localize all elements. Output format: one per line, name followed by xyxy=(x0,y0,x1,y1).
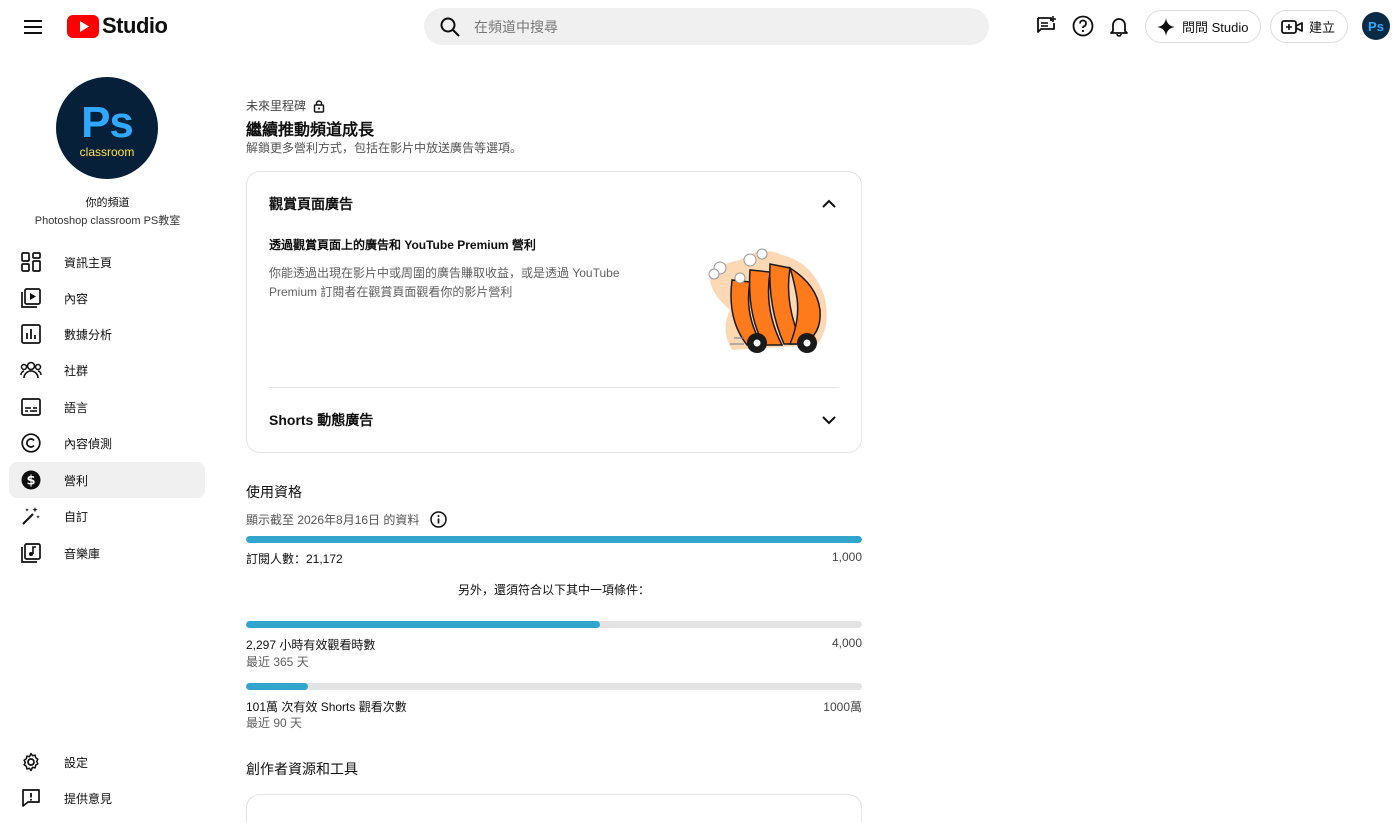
sidebar-item-analytics[interactable]: 數據分析 xyxy=(9,316,205,352)
sidebar: Ps classroom 你的頻道 Photoshop classroom PS… xyxy=(0,52,215,822)
feedback-icon xyxy=(20,787,42,809)
sidebar-item-feedback[interactable]: 提供意見 xyxy=(9,780,205,816)
watch-hours-label: 2,297 小時有效觀看時數 xyxy=(246,638,376,652)
also-required-text: 另外，還須符合以下其中一項條件： xyxy=(457,583,650,597)
ask-studio-label: 問問 Studio xyxy=(1182,20,1249,35)
sidebar-item-label: 自訂 xyxy=(64,509,89,524)
subscribers-progress-bar xyxy=(246,536,862,543)
sidebar-item-monetization[interactable]: $ 營利 xyxy=(9,462,205,498)
sidebar-item-subtitles[interactable]: 語言 xyxy=(9,389,205,425)
ask-studio-button[interactable]: 問問 Studio xyxy=(1145,10,1262,43)
sidebar-item-label: 內容偵測 xyxy=(64,436,113,451)
create-label: 建立 xyxy=(1309,20,1336,35)
account-avatar[interactable]: Ps xyxy=(1362,12,1390,40)
sidebar-item-label: 社群 xyxy=(64,363,89,378)
brand-text: Studio xyxy=(102,13,168,38)
sidebar-item-audio-library[interactable]: 音樂庫 xyxy=(9,535,205,571)
chevron-down-icon[interactable] xyxy=(818,409,840,431)
sidebar-item-label: 數據分析 xyxy=(64,327,113,342)
monetization-icon: $ xyxy=(20,469,42,491)
menu-icon[interactable] xyxy=(20,14,46,40)
community-icon xyxy=(20,359,42,381)
studio-logo[interactable]: Studio xyxy=(67,13,168,39)
creator-tools-card xyxy=(246,794,862,822)
help-icon[interactable] xyxy=(1071,14,1095,38)
copyright-icon xyxy=(20,432,42,454)
sidebar-item-label: 音樂庫 xyxy=(64,546,101,561)
watch-page-ads-heading: 觀賞頁面廣告 xyxy=(269,196,353,212)
top-bar: Studio 問問 Studio 建立 Ps xyxy=(0,0,1400,52)
watch-hours-progress-bar xyxy=(246,621,862,628)
creator-tools-title: 創作者資源和工具 xyxy=(246,761,358,777)
subtitles-icon xyxy=(20,396,42,418)
divider xyxy=(269,387,839,388)
channel-avatar-text: Ps xyxy=(81,98,134,147)
watch-hours-period: 最近 365 天 xyxy=(246,655,309,669)
comments-icon[interactable] xyxy=(1034,14,1058,38)
watch-page-ads-subheading: 透過觀賞頁面上的廣告和 YouTube Premium 營利 xyxy=(269,238,536,252)
your-channel-label: 你的頻道 xyxy=(85,197,130,209)
eligibility-title: 使用資格 xyxy=(246,484,302,500)
eligibility-date-text: 顯示截至 2026年8月16日 的資料 xyxy=(246,512,420,527)
channel-avatar[interactable]: Ps classroom xyxy=(56,77,158,179)
sidebar-item-community[interactable]: 社群 xyxy=(9,352,205,388)
progress-fill xyxy=(246,683,309,690)
channel-name: Photoshop classroom PS教室 xyxy=(34,215,181,227)
progress-fill xyxy=(246,536,862,543)
milestone-eyebrow: 未來里程碑 xyxy=(246,97,326,114)
shorts-views-label: 101萬 次有效 Shorts 觀看次數 xyxy=(246,700,407,714)
svg-text:$: $ xyxy=(26,474,35,489)
lock-icon xyxy=(313,99,325,113)
sidebar-item-label: 設定 xyxy=(64,755,89,770)
progress-fill xyxy=(246,621,600,628)
audio-library-icon xyxy=(20,542,42,564)
sidebar-item-settings[interactable]: 設定 xyxy=(9,744,205,780)
growth-illustration xyxy=(708,248,827,353)
sidebar-item-label: 提供意見 xyxy=(64,791,113,806)
milestone-subtitle: 解鎖更多營利方式，包括在影片中放送廣告等選項。 xyxy=(246,141,523,155)
sidebar-item-content[interactable]: 內容 xyxy=(9,280,205,316)
info-icon[interactable] xyxy=(429,510,447,528)
sidebar-item-label: 營利 xyxy=(64,473,89,488)
ads-card: 觀賞頁面廣告 透過觀賞頁面上的廣告和 YouTube Premium 營利 你能… xyxy=(246,171,862,453)
eligibility-date-note: 顯示截至 2026年8月16日 的資料 xyxy=(246,510,447,528)
milestone-title: 繼續推動頻道成長 xyxy=(246,122,375,139)
sparkle-icon xyxy=(1157,17,1175,36)
subscribers-label: 訂閱人數：21,172 xyxy=(246,552,343,566)
content-icon xyxy=(20,287,42,309)
shorts-ads-heading: Shorts 動態廣告 xyxy=(269,412,374,428)
analytics-icon xyxy=(20,323,42,345)
watch-hours-target: 4,000 xyxy=(831,636,862,650)
sidebar-item-copyright[interactable]: 內容偵測 xyxy=(9,425,205,461)
channel-avatar-subtext: classroom xyxy=(79,145,135,159)
create-button[interactable]: 建立 xyxy=(1270,10,1349,43)
shorts-views-progress-bar xyxy=(246,683,862,690)
shorts-views-period: 最近 90 天 xyxy=(246,716,303,730)
sidebar-item-label: 內容 xyxy=(64,291,89,306)
subscribers-target: 1,000 xyxy=(831,550,862,564)
customization-icon xyxy=(20,505,42,527)
search-icon[interactable] xyxy=(438,15,462,39)
dashboard-icon xyxy=(20,251,42,273)
sidebar-item-label: 資訊主頁 xyxy=(64,255,113,270)
shorts-views-target: 1000萬 xyxy=(823,700,862,714)
sidebar-item-label: 語言 xyxy=(64,400,89,415)
chevron-up-icon[interactable] xyxy=(818,192,840,214)
search-bar xyxy=(424,8,989,45)
search-input[interactable] xyxy=(474,18,954,35)
watch-page-ads-description: 你能透過出現在影片中或周圍的廣告賺取收益，或是透過 YouTube Premiu… xyxy=(269,266,620,299)
youtube-logo-icon xyxy=(67,14,99,38)
milestone-eyebrow-text: 未來里程碑 xyxy=(246,99,307,113)
settings-icon xyxy=(20,751,42,773)
sidebar-item-customization[interactable]: 自訂 xyxy=(9,498,205,534)
sidebar-item-dashboard[interactable]: 資訊主頁 xyxy=(9,244,205,280)
create-video-icon xyxy=(1281,19,1303,34)
notifications-icon[interactable] xyxy=(1107,14,1131,38)
